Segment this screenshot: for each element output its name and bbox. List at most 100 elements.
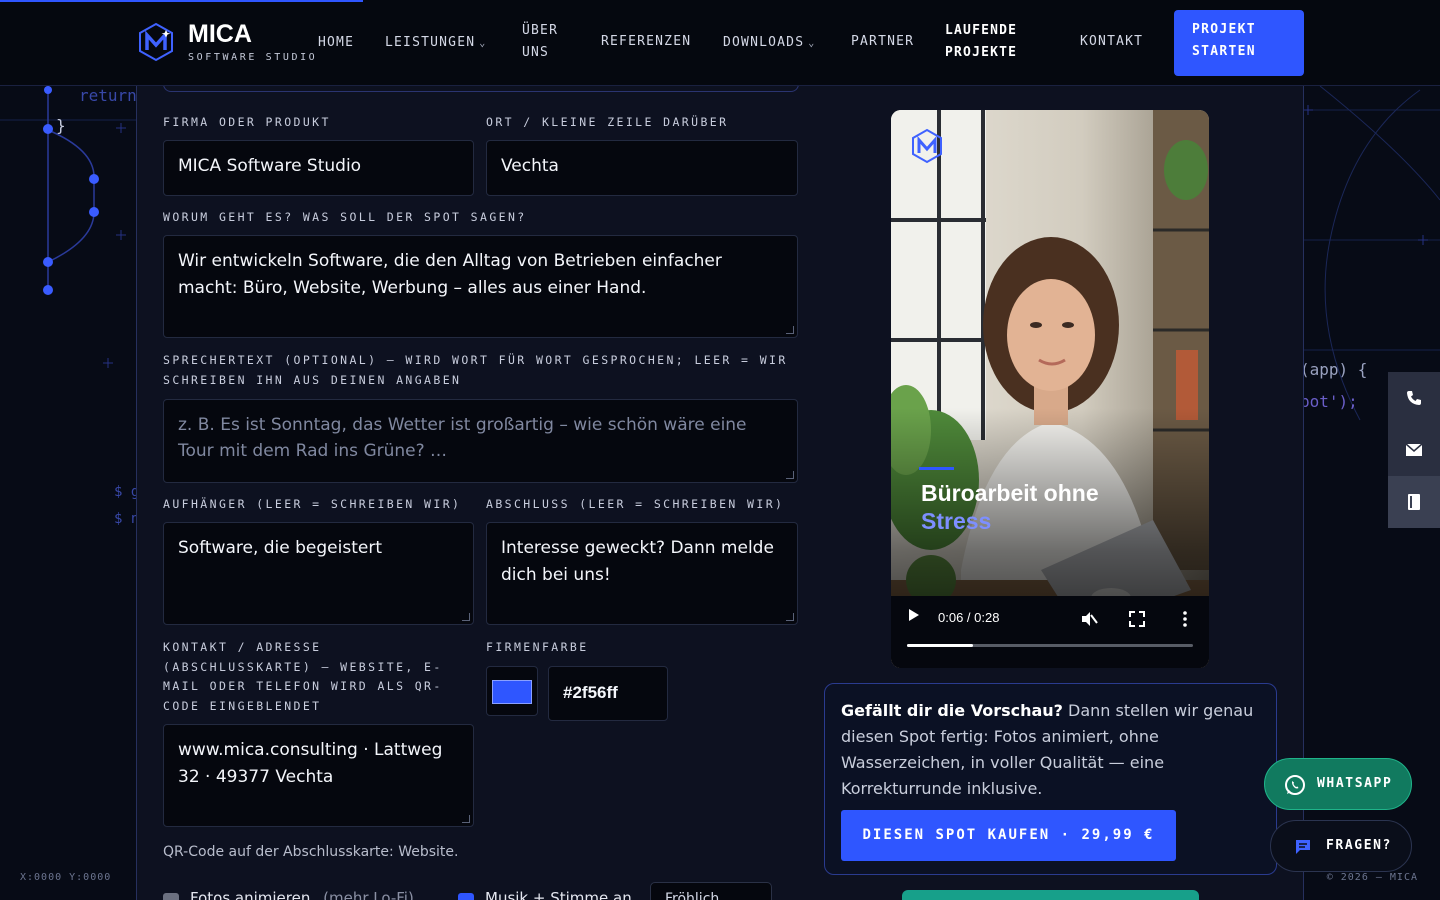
resize-handle[interactable] — [462, 613, 470, 621]
video-title-line-2: Stress — [921, 508, 992, 534]
purchase-text: Gefällt dir die Vorschau? Dann stellen w… — [841, 698, 1261, 802]
purchase-text-bold: Gefällt dir die Vorschau? — [841, 701, 1063, 720]
ask-label: FRAGEN? — [1326, 838, 1392, 853]
topic-label: WORUM GEHT ES? WAS SOLL DER SPOT SAGEN? — [163, 210, 527, 224]
qr-hint: QR-Code auf der Abschlusskarte: Website. — [163, 844, 459, 860]
whatsapp-button[interactable]: WHATSAPP — [1264, 758, 1412, 810]
fullscreen-icon[interactable] — [1128, 610, 1146, 628]
speaker-placeholder: z. B. Es ist Sonntag, das Wetter ist gro… — [178, 415, 747, 461]
topic-textarea[interactable]: Wir entwickeln Software, die den Alltag … — [163, 235, 798, 338]
title-accent-line — [919, 467, 954, 470]
animate-photos-option: Fotos animieren (mehr Lo-Fi) — [190, 889, 414, 900]
scroll-progress-bar — [0, 0, 363, 2]
nav-kontakt[interactable]: KONTAKT — [1080, 31, 1143, 53]
animate-photos-suffix: (mehr Lo-Fi) — [323, 889, 414, 900]
topic-text: Wir entwickeln Software, die den Alltag … — [178, 251, 722, 298]
dock-phone-button[interactable] — [1388, 372, 1440, 424]
color-swatch — [492, 680, 532, 704]
brand-subtitle: SOFTWARE STUDIO — [188, 52, 318, 63]
company-input[interactable]: MICA Software Studio — [163, 140, 474, 196]
cursor-coordinates: X:0000 Y:0000 — [20, 872, 112, 883]
code-snippet: return — [79, 86, 137, 105]
video-progress-track[interactable] — [907, 644, 1193, 647]
resize-handle[interactable] — [786, 471, 794, 479]
chat-icon — [1296, 840, 1310, 854]
close-text: Interesse geweckt? Dann melde dich bei u… — [501, 538, 774, 585]
contact-label-line-4: CODE EINGEBLENDET — [163, 699, 322, 713]
nav-leistungen[interactable]: LEISTUNGEN ⌄ — [385, 32, 487, 55]
brand-name[interactable]: MICA — [188, 20, 252, 49]
nav-referenzen[interactable]: REFERENZEN — [601, 31, 691, 53]
dock-book-button[interactable] — [1388, 476, 1440, 528]
hook-text: Software, die begeistert — [178, 538, 382, 558]
video-time: 0:06 / 0:28 — [938, 610, 1000, 625]
place-label: ORT / KLEINE ZEILE DARÜBER — [486, 115, 729, 129]
contact-label-line-2: (ABSCHLUSSKARTE) — WEBSITE, E- — [163, 660, 443, 674]
start-project-button[interactable]: PROJEKT STARTEN — [1174, 10, 1304, 76]
nav-partner[interactable]: PARTNER — [851, 31, 914, 53]
contact-label-line-3: MAIL ODER TELEFON WIRD ALS QR- — [163, 679, 443, 693]
mail-icon — [1405, 443, 1423, 456]
hook-label: AUFHÄNGER (LEER = SCHREIBEN WIR) — [163, 497, 462, 511]
contact-label-line-1: KONTAKT / ADRESSE — [163, 640, 322, 654]
secondary-button-edge[interactable] — [902, 890, 1199, 900]
close-textarea[interactable]: Interesse geweckt? Dann melde dich bei u… — [486, 522, 798, 625]
color-hex-input[interactable]: #2f56ff — [548, 666, 668, 721]
mute-icon[interactable] — [1080, 610, 1098, 628]
speaker-label-line-2: SCHREIBEN IHN AUS DEINEN ANGABEN — [163, 373, 462, 387]
nav-home[interactable]: HOME — [318, 32, 354, 54]
video-progress-fill — [907, 644, 973, 647]
mica-logo-icon[interactable] — [136, 22, 176, 62]
code-snippet: } — [56, 116, 66, 135]
nav-ueber-uns[interactable]: ÜBER UNS — [522, 20, 558, 64]
nav-ueber-line-2: UNS — [522, 45, 550, 60]
nav-ueber-line-1: ÜBER — [522, 23, 559, 38]
code-snippet: (app) { — [1300, 360, 1368, 379]
cta-line-1: PROJEKT — [1192, 22, 1256, 37]
video-controls-bar — [891, 596, 1209, 668]
contact-textarea[interactable]: www.mica.consulting · Lattweg 32 · 49377… — [163, 724, 474, 827]
hook-textarea[interactable]: Software, die begeistert — [163, 522, 474, 625]
dock-mail-button[interactable] — [1388, 424, 1440, 476]
nav-downloads[interactable]: DOWNLOADS ⌄ — [723, 32, 815, 55]
video-title-line-1: Büroarbeit ohne — [921, 480, 1099, 506]
resize-handle[interactable] — [786, 613, 794, 621]
close-label: ABSCHLUSS (LEER = SCHREIBEN WIR) — [486, 497, 785, 511]
phone-icon — [1407, 391, 1421, 405]
animate-photos-checkbox[interactable] — [163, 893, 179, 900]
place-input[interactable]: Vechta — [486, 140, 798, 196]
contact-text: www.mica.consulting · Lattweg 32 · 49377… — [178, 740, 443, 787]
ask-button[interactable]: FRAGEN? — [1270, 820, 1412, 872]
voice-select-value: Fröhlich — [665, 891, 720, 900]
whatsapp-label: WHATSAPP — [1317, 776, 1393, 791]
chevron-down-icon: ⌄ — [808, 38, 816, 49]
more-options-icon[interactable] — [1176, 610, 1194, 628]
music-voice-checkbox[interactable] — [458, 893, 474, 900]
nav-laufende-line-2: PROJEKTE — [945, 45, 1018, 60]
book-icon — [1408, 494, 1420, 510]
music-voice-label: Musik + Stimme an — [485, 889, 632, 900]
nav-laufende-projekte[interactable]: LAUFENDE PROJEKTE — [945, 20, 1017, 64]
whatsapp-icon — [1285, 775, 1305, 795]
video-preview[interactable]: Büroarbeit ohne Stress 0:06 / 0:28 — [891, 110, 1209, 668]
company-label: FIRMA ODER PRODUKT — [163, 115, 331, 129]
copyright: © 2026 — MICA — [1326, 872, 1418, 883]
nav-laufende-line-1: LAUFENDE — [945, 23, 1018, 38]
chevron-down-icon: ⌄ — [479, 38, 487, 49]
resize-handle[interactable] — [462, 815, 470, 823]
purchase-box: Gefällt dir die Vorschau? Dann stellen w… — [824, 683, 1277, 875]
code-snippet: pot'); — [1300, 392, 1358, 411]
speaker-label-line-1: SPRECHERTEXT (OPTIONAL) — WIRD WORT FÜR … — [163, 353, 788, 367]
color-picker[interactable] — [486, 666, 538, 716]
site-header: MICA SOFTWARE STUDIO HOME LEISTUNGEN ⌄ ÜB… — [0, 0, 1440, 86]
speaker-textarea[interactable]: z. B. Es ist Sonntag, das Wetter ist gro… — [163, 399, 798, 483]
buy-spot-button[interactable]: DIESEN SPOT KAUFEN · 29,99 € — [841, 810, 1176, 861]
voice-select[interactable]: Fröhlich — [650, 882, 772, 900]
mica-logo-icon — [912, 128, 942, 164]
cta-line-2: STARTEN — [1192, 44, 1256, 59]
play-icon[interactable] — [909, 609, 919, 621]
nav-downloads-label: DOWNLOADS — [723, 35, 805, 50]
animate-photos-label: Fotos animieren — [190, 889, 311, 900]
resize-handle[interactable] — [786, 326, 794, 334]
color-label: FIRMENFARBE — [486, 640, 589, 654]
